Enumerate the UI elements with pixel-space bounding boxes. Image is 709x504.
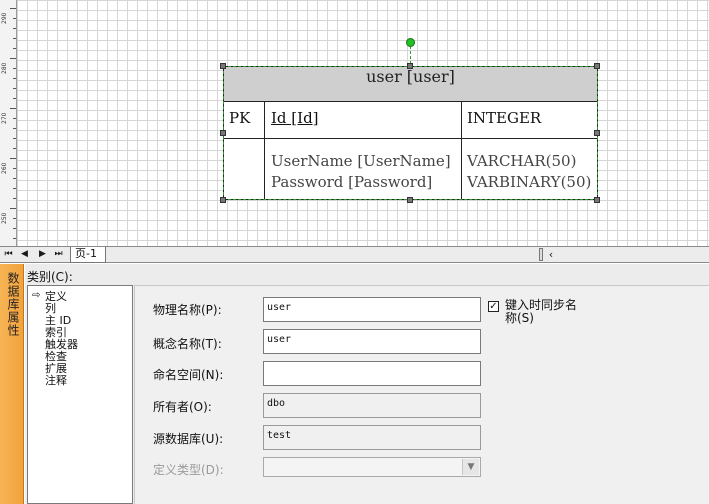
- source-db-label: 源数据库(U):: [153, 432, 224, 446]
- resize-handle-n[interactable]: [407, 63, 413, 69]
- ruler-tick: [13, 118, 16, 119]
- entity-divider: [264, 102, 265, 199]
- definition-type-label: 定义类型(D):: [153, 463, 224, 477]
- entity-field-type: VARCHAR(50): [467, 152, 577, 170]
- vertical-ruler: 290 280 270 260 250: [0, 0, 17, 246]
- ruler-tick: [13, 188, 16, 189]
- ruler-tick: [13, 68, 16, 69]
- resize-handle-se[interactable]: [594, 197, 600, 203]
- resize-handle-e[interactable]: [594, 130, 600, 136]
- conceptual-name-label: 概念名称(T):: [153, 337, 222, 351]
- sync-name-checkbox[interactable]: ✓: [488, 301, 499, 312]
- owner-label: 所有者(O):: [153, 400, 212, 414]
- resize-handle-nw[interactable]: [220, 63, 226, 69]
- sync-name-label[interactable]: 键入时同步名称(S): [505, 299, 585, 325]
- resize-handle-s[interactable]: [407, 197, 413, 203]
- ruler-label: 280: [1, 62, 8, 74]
- resize-handle-ne[interactable]: [594, 63, 600, 69]
- ruler-tick: [13, 28, 16, 29]
- ruler-tick: [10, 208, 16, 209]
- entity-pk-field: Id [Id]: [271, 109, 319, 127]
- namespace-label: 命名空间(N):: [153, 368, 224, 382]
- category-list[interactable]: ⇨ 定义 列 主 ID 索引 触发器 检查 扩展 注释: [27, 285, 133, 504]
- physical-name-input[interactable]: user: [263, 297, 481, 322]
- physical-name-label: 物理名称(P):: [153, 303, 222, 317]
- page-tab[interactable]: 页-1: [70, 247, 106, 263]
- ruler-tick: [10, 108, 16, 109]
- ruler-tick: [13, 88, 16, 89]
- entity-pk-key: PK: [229, 109, 251, 127]
- ruler-label: 250: [1, 212, 8, 224]
- ruler-tick: [13, 78, 16, 79]
- entity-field-type: VARBINARY(50): [467, 173, 592, 191]
- page-tab-bar: ⏮ ◀ ▶ ⏭ 页-1 ‹: [0, 246, 709, 263]
- ruler-tick: [13, 198, 16, 199]
- entity-title: user [user]: [224, 67, 597, 102]
- resize-handle-w[interactable]: [220, 130, 226, 136]
- ruler-tick: [10, 8, 16, 9]
- scroll-left-icon[interactable]: ‹: [545, 247, 557, 262]
- ruler-tick: [13, 218, 16, 219]
- ruler-tick: [13, 178, 16, 179]
- ruler-label: 260: [1, 162, 8, 174]
- ruler-tick: [10, 58, 16, 59]
- ruler-tick: [13, 138, 16, 139]
- ruler-tick: [13, 48, 16, 49]
- prev-page-icon[interactable]: ◀: [18, 248, 31, 261]
- ruler-tick: [13, 38, 16, 39]
- rotation-connector: [410, 46, 412, 64]
- last-page-icon[interactable]: ⏭: [52, 248, 65, 261]
- category-label: 类别(C):: [27, 270, 73, 284]
- resize-handle-sw[interactable]: [220, 197, 226, 203]
- ruler-tick: [10, 158, 16, 159]
- tab-scroll-splitter[interactable]: [539, 248, 543, 261]
- entity-divider: [461, 102, 462, 199]
- next-page-icon[interactable]: ▶: [36, 248, 49, 261]
- conceptual-name-input[interactable]: user: [263, 329, 481, 354]
- entity-field-name: Password [Password]: [271, 173, 433, 191]
- entity-pk-type: INTEGER: [467, 109, 542, 127]
- owner-field: dbo: [263, 393, 481, 418]
- first-page-icon[interactable]: ⏮: [2, 248, 15, 261]
- side-tab-title: 数据库属性: [6, 272, 20, 337]
- ruler-tick: [13, 148, 16, 149]
- entity-field-name: UserName [UserName]: [271, 152, 451, 170]
- ruler-label: 290: [1, 12, 8, 24]
- namespace-input[interactable]: [263, 361, 481, 386]
- ruler-tick: [13, 238, 16, 239]
- ruler-tick: [13, 168, 16, 169]
- source-db-field: test: [263, 425, 481, 450]
- definition-type-select: ▼: [263, 457, 481, 477]
- ruler-tick: [13, 128, 16, 129]
- chevron-down-icon: ▼: [462, 459, 479, 475]
- category-item-notes[interactable]: 注释: [45, 375, 67, 387]
- selected-arrow-icon: ⇨: [32, 290, 41, 301]
- ruler-tick: [13, 98, 16, 99]
- rotation-handle[interactable]: [406, 38, 415, 47]
- ruler-label: 270: [1, 112, 8, 124]
- ruler-tick: [13, 228, 16, 229]
- ruler-tick: [13, 18, 16, 19]
